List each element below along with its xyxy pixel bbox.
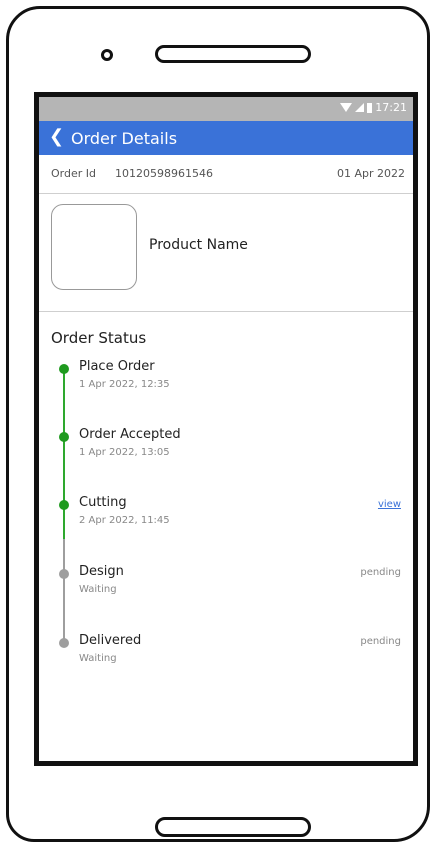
camera-icon [101,49,113,61]
status-bar: 17:21 [39,97,413,121]
timeline-line-pending [63,539,65,643]
timeline-dot-complete [59,500,69,510]
order-status-heading: Order Status [51,329,147,347]
order-id-label: Order Id [51,167,96,180]
step-title: Order Accepted [79,427,181,442]
order-info-row: Order Id 10120598961546 01 Apr 2022 [39,155,413,194]
step-status: pending [360,567,401,578]
wifi-icon [340,103,353,112]
timeline-dot-pending [59,569,69,579]
chevron-left-icon[interactable]: ❮ [49,128,64,146]
step-title: Cutting [79,495,127,510]
step-time: 1 Apr 2022, 12:35 [79,379,170,390]
step-title: Design [79,564,124,579]
step-time: Waiting [79,584,117,595]
timeline-dot-complete [59,432,69,442]
order-date: 01 Apr 2022 [336,167,405,180]
product-image [51,204,137,290]
speaker-grille [155,45,311,63]
page-title: Order Details [71,129,178,148]
step-time: Waiting [79,653,117,664]
step-time: 2 Apr 2022, 11:45 [79,515,170,526]
timeline-dot-pending [59,638,69,648]
step-title: Delivered [79,633,142,648]
status-time: 17:21 [375,101,407,114]
phone-screen: 17:21 ❮ Order Details Order Id 101205989… [34,92,418,766]
product-name: Product Name [149,237,248,253]
timeline-dot-complete [59,364,69,374]
timeline-line-complete [63,369,65,539]
app-bar: ❮ Order Details [39,121,413,155]
order-id-value: 10120598961546 [115,167,213,180]
step-time: 1 Apr 2022, 13:05 [79,447,170,458]
battery-icon [367,102,373,113]
step-title: Place Order [79,359,155,374]
home-button[interactable] [155,817,311,837]
product-card[interactable]: Product Name [39,193,413,312]
signal-icon [355,103,365,112]
status-icons: 17:21 [340,101,407,114]
step-status: pending [360,636,401,647]
view-link[interactable]: view [378,499,401,510]
